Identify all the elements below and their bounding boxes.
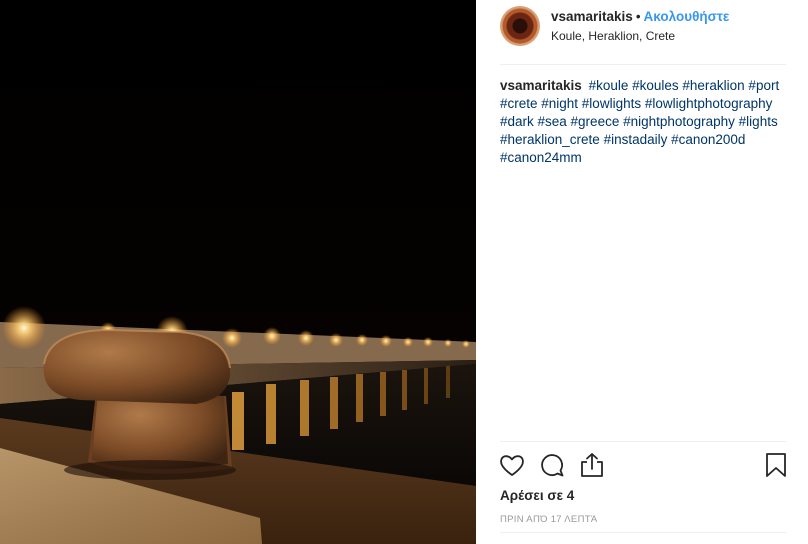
heart-outline-icon xyxy=(500,455,524,476)
caption-username[interactable]: vsamaritakis xyxy=(500,78,582,93)
bookmark-icon xyxy=(766,453,786,477)
like-button[interactable] xyxy=(498,451,526,479)
speech-bubble-icon xyxy=(541,454,564,477)
post-timestamp[interactable]: ΠΡΙΝ ΑΠΌ 17 ΛΕΠΤΆ xyxy=(500,514,597,525)
post-header: vsamaritakis • Ακολουθήστε Koule, Heraklio… xyxy=(500,6,786,62)
post-photo[interactable] xyxy=(0,0,476,544)
post-caption: vsamaritakis #koule #koules #heraklion #… xyxy=(500,77,790,167)
action-bar xyxy=(498,451,790,481)
divider xyxy=(500,64,786,65)
separator-dot: • xyxy=(635,9,641,24)
share-upload-icon xyxy=(581,453,603,477)
likes-count[interactable]: Αρέσει σε 4 xyxy=(500,488,574,503)
save-button[interactable] xyxy=(762,451,790,479)
share-button[interactable] xyxy=(578,451,606,479)
comment-button[interactable] xyxy=(538,451,566,479)
username-link[interactable]: vsamaritakis xyxy=(551,9,633,24)
follow-button[interactable]: Ακολουθήστε xyxy=(644,9,730,24)
divider xyxy=(500,441,786,442)
night-harbour-photo xyxy=(0,0,476,544)
user-line: vsamaritakis • Ακολουθήστε xyxy=(551,9,729,24)
location-link[interactable]: Koule, Heraklion, Crete xyxy=(551,29,675,43)
avatar[interactable] xyxy=(500,6,540,46)
divider xyxy=(500,532,786,533)
post-side-panel: vsamaritakis • Ακολουθήστε Koule, Heraklio… xyxy=(476,0,808,544)
